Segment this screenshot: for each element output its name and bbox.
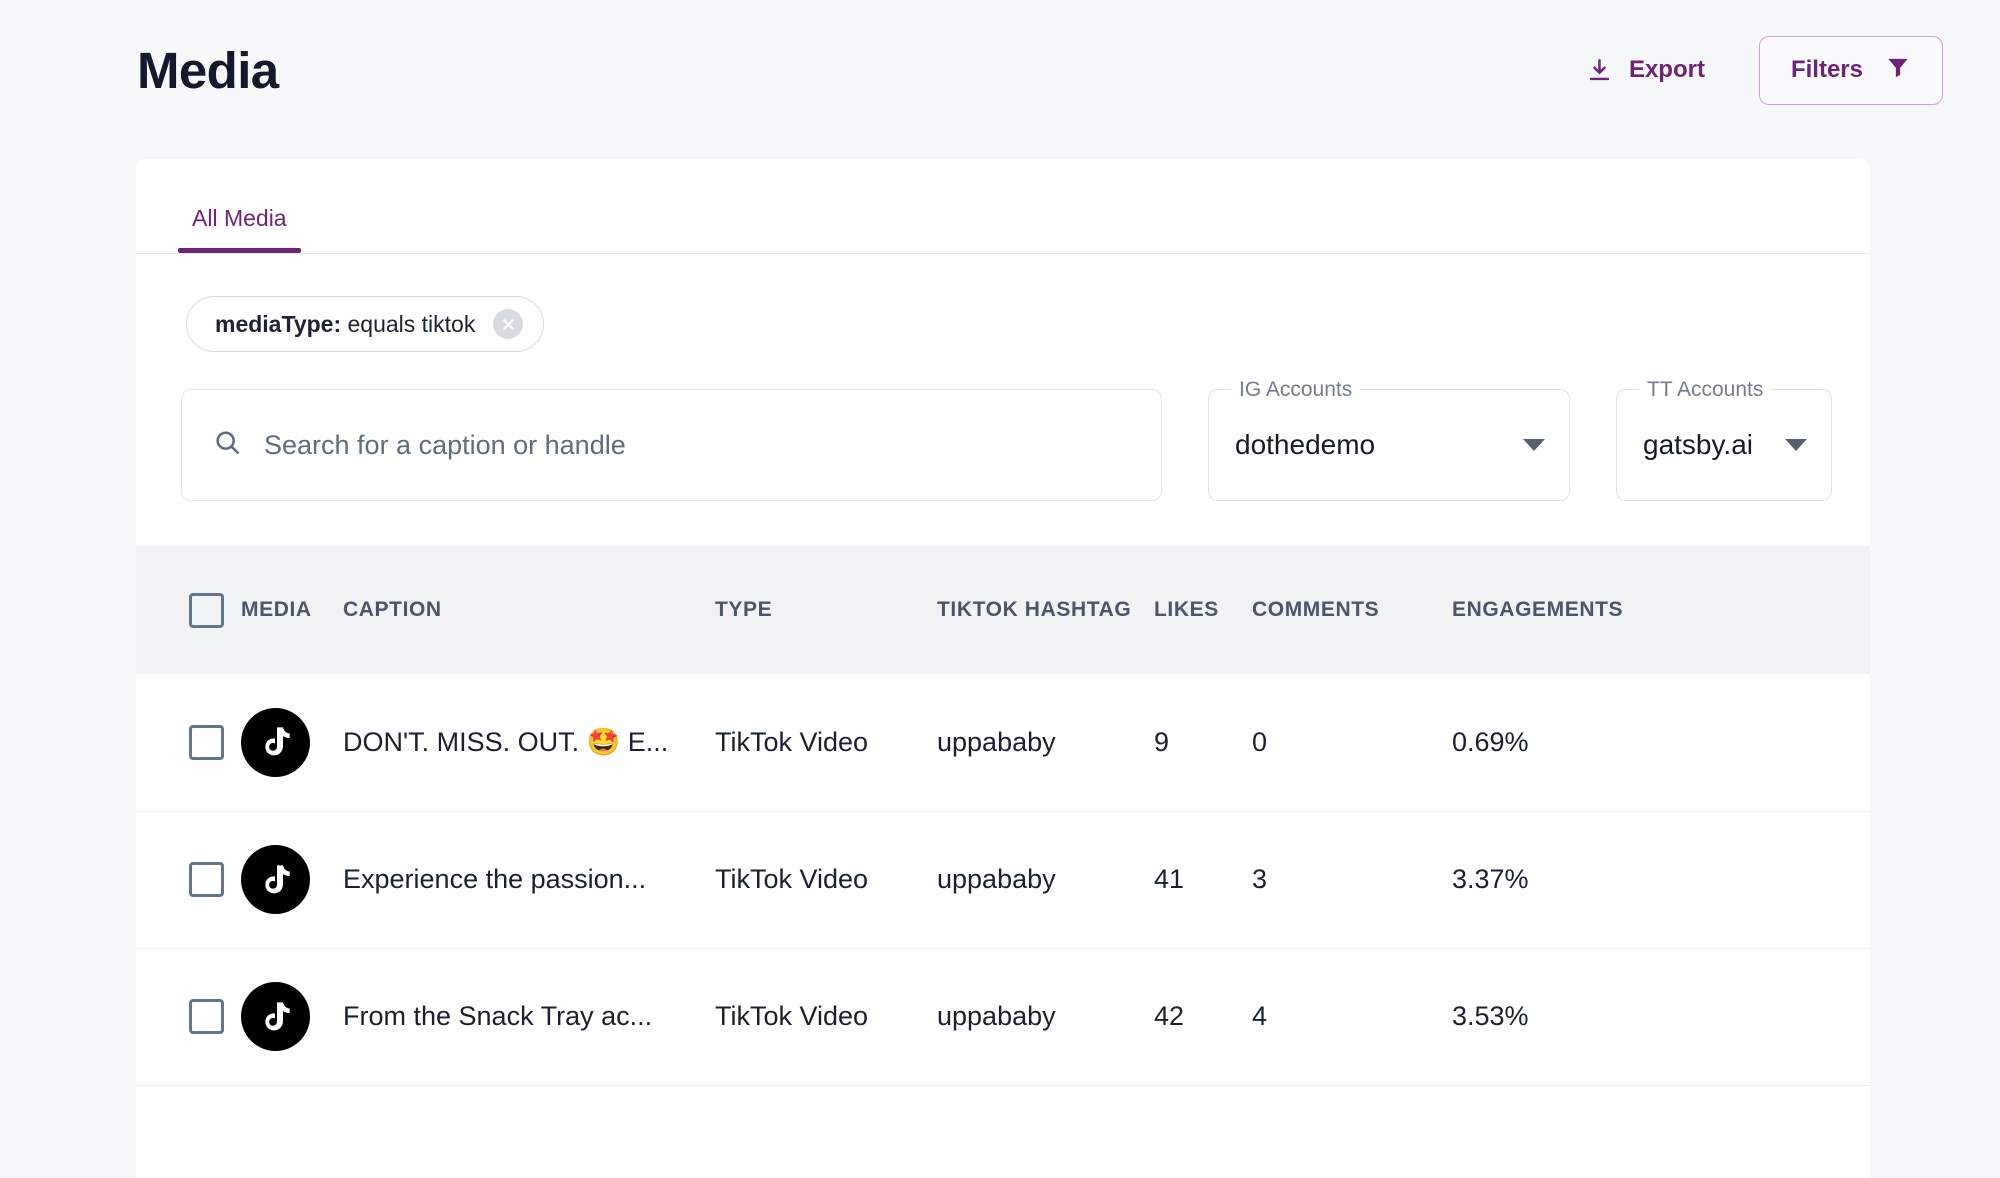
select-all-checkbox[interactable] xyxy=(189,592,224,628)
header-actions: Export Filters xyxy=(1584,35,1943,105)
row-likes: 42 xyxy=(1154,948,1252,1086)
row-comments: 4 xyxy=(1252,948,1452,1086)
row-hashtag: uppababy xyxy=(937,948,1154,1086)
column-header-media: MEDIA xyxy=(241,598,312,621)
row-caption: From the Snack Tray ac... xyxy=(343,948,715,1086)
row-media-cell xyxy=(241,948,343,1086)
media-table: MEDIA CAPTION TYPE TIKTOK HASHTAG LIKES … xyxy=(136,546,1870,1086)
row-checkbox[interactable] xyxy=(189,724,224,760)
tt-accounts-label: TT Accounts xyxy=(1639,376,1772,404)
export-button[interactable]: Export xyxy=(1584,50,1707,90)
filter-chip-mediatype[interactable]: mediaType: equals tiktok xyxy=(186,296,545,352)
row-caption: Experience the passion... xyxy=(343,811,715,949)
row-engagements: 0.69% xyxy=(1452,674,1870,812)
column-header-tiktok-hashtag: TIKTOK HASHTAG xyxy=(937,598,1132,621)
ig-accounts-select-wrap: IG Accounts dothedemo xyxy=(1208,376,1570,501)
ig-accounts-label: IG Accounts xyxy=(1231,376,1361,404)
tab-bar: All Media xyxy=(136,159,1870,254)
column-header-caption: CAPTION xyxy=(343,598,442,621)
filter-chip-key: mediaType: xyxy=(215,310,342,337)
close-circle-icon[interactable] xyxy=(493,309,524,339)
row-media-cell xyxy=(241,811,343,949)
table-row[interactable]: Experience the passion... TikTok Video u… xyxy=(136,811,1870,949)
column-header-engagements: ENGAGEMENTS xyxy=(1452,598,1624,621)
download-icon xyxy=(1586,57,1613,84)
search-icon xyxy=(213,428,242,462)
tt-accounts-select[interactable]: TT Accounts gatsby.ai xyxy=(1616,376,1832,501)
filter-chip-row: mediaType: equals tiktok xyxy=(136,254,1870,352)
tab-all-media[interactable]: All Media xyxy=(178,205,301,253)
row-comments: 3 xyxy=(1252,811,1452,949)
table-row[interactable]: From the Snack Tray ac... TikTok Video u… xyxy=(136,948,1870,1086)
ig-accounts-value: dothedemo xyxy=(1235,429,1376,460)
tiktok-logo-icon xyxy=(241,845,310,914)
row-select-cell xyxy=(136,948,241,1086)
funnel-icon xyxy=(1885,54,1911,87)
media-table-head: MEDIA CAPTION TYPE TIKTOK HASHTAG LIKES … xyxy=(136,546,1870,674)
tt-accounts-value: gatsby.ai xyxy=(1643,429,1753,460)
filters-controls-row: Search for a caption or handle IG Accoun… xyxy=(136,352,1870,546)
column-header-comments: COMMENTS xyxy=(1252,598,1380,621)
column-header-likes: LIKES xyxy=(1154,598,1219,621)
tiktok-logo-icon xyxy=(241,707,310,777)
ig-accounts-select[interactable]: IG Accounts dothedemo xyxy=(1208,376,1570,501)
row-checkbox[interactable] xyxy=(189,862,224,897)
row-media-cell xyxy=(241,674,343,812)
row-type: TikTok Video xyxy=(715,811,937,949)
table-row[interactable]: DON'T. MISS. OUT. 🤩 E... TikTok Video up… xyxy=(136,674,1870,812)
export-label: Export xyxy=(1628,56,1705,83)
row-select-cell xyxy=(136,811,241,949)
chevron-down-icon xyxy=(1785,439,1807,451)
filters-label: Filters xyxy=(1790,56,1863,83)
row-checkbox[interactable] xyxy=(189,999,224,1034)
tab-all-media-label: All Media xyxy=(192,205,287,231)
row-engagements: 3.53% xyxy=(1452,948,1870,1086)
chevron-down-icon xyxy=(1523,439,1545,451)
search-input[interactable]: Search for a caption or handle xyxy=(181,389,1162,501)
page-header: Media Export Filters xyxy=(0,0,2000,140)
column-header-type: TYPE xyxy=(715,598,773,621)
row-caption: DON'T. MISS. OUT. 🤩 E... xyxy=(343,674,715,812)
row-likes: 9 xyxy=(1154,674,1252,812)
filters-button[interactable]: Filters xyxy=(1758,35,1943,105)
row-hashtag: uppababy xyxy=(937,811,1154,949)
row-hashtag: uppababy xyxy=(937,674,1154,812)
page-title: Media xyxy=(137,41,279,99)
tt-accounts-select-wrap: TT Accounts gatsby.ai xyxy=(1616,376,1832,501)
filter-chip-value: equals tiktok xyxy=(347,310,476,337)
row-likes: 41 xyxy=(1154,811,1252,949)
row-type: TikTok Video xyxy=(715,948,937,1086)
row-engagements: 3.37% xyxy=(1452,811,1870,949)
row-comments: 0 xyxy=(1252,674,1452,812)
filter-chip-text: mediaType: equals tiktok xyxy=(215,311,475,338)
media-card: All Media mediaType: equals tiktok Searc… xyxy=(136,159,1870,1178)
row-select-cell xyxy=(136,674,241,812)
tiktok-logo-icon xyxy=(241,982,310,1051)
search-placeholder: Search for a caption or handle xyxy=(264,429,626,460)
row-type: TikTok Video xyxy=(715,674,937,812)
table-header-row: MEDIA CAPTION TYPE TIKTOK HASHTAG LIKES … xyxy=(136,546,1870,674)
select-all-header xyxy=(136,546,241,674)
media-table-body: DON'T. MISS. OUT. 🤩 E... TikTok Video up… xyxy=(136,674,1870,1086)
